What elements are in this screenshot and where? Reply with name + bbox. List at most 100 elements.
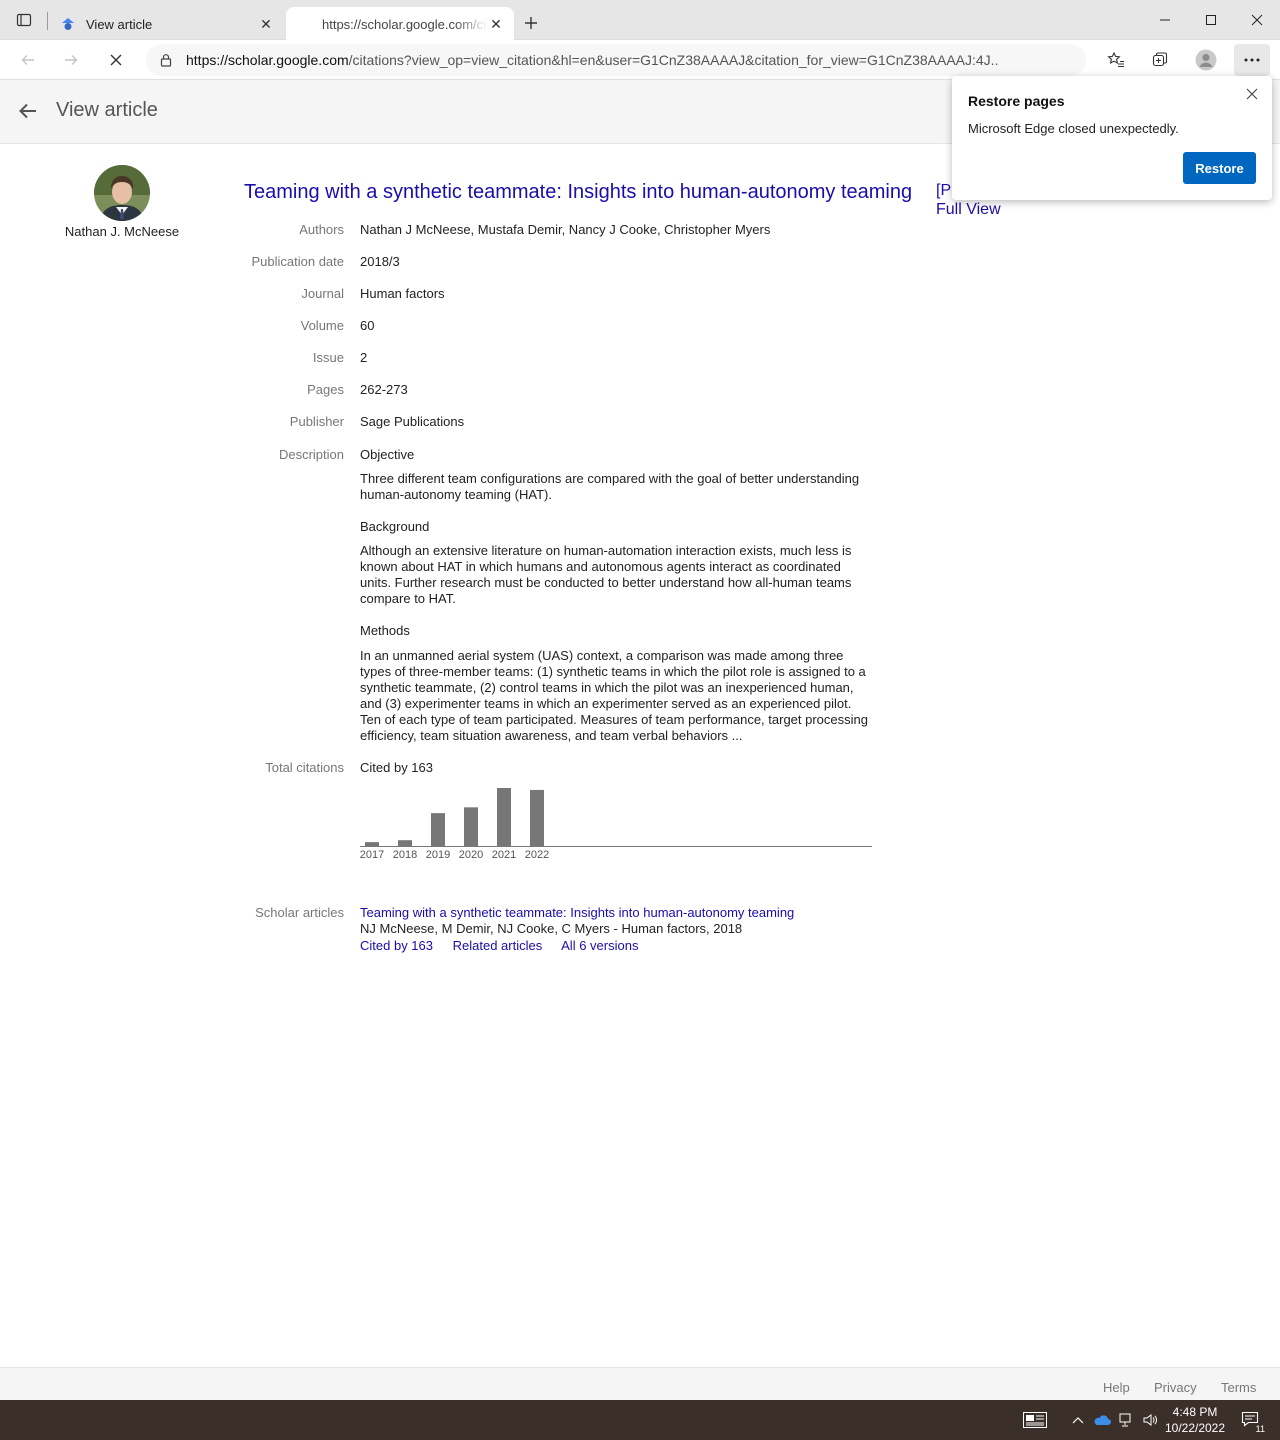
chart-tick-label-2018: 2018 bbox=[393, 849, 417, 861]
forward-arrow-icon bbox=[65, 55, 78, 65]
notification-center-icon[interactable]: 11 bbox=[1238, 1410, 1266, 1434]
field-value: Nathan J McNeese, Mustafa Demir, Nancy J… bbox=[360, 222, 771, 237]
field-value: 2 bbox=[360, 350, 368, 365]
field-value: Sage Publications bbox=[360, 414, 465, 429]
tab-title: https://scholar.google.com/citations bbox=[322, 16, 488, 32]
scholar-article-entry: Teaming with a synthetic teammate: Insig… bbox=[360, 905, 872, 954]
chart-bar-2021[interactable] bbox=[497, 788, 511, 846]
cited-by-link[interactable]: Cited by 163 bbox=[360, 760, 872, 776]
chart-tick-label-2019: 2019 bbox=[426, 849, 450, 861]
chart-tick-label-2021: 2021 bbox=[492, 849, 516, 861]
lock-icon[interactable] bbox=[146, 53, 186, 67]
collections-button[interactable] bbox=[1144, 44, 1176, 76]
field-value: 2018/3 bbox=[360, 254, 400, 269]
taskbar-clock[interactable]: 4:48 PM 10/22/2022 bbox=[1160, 1404, 1230, 1436]
tab-actions-icon bbox=[16, 13, 32, 27]
terms-link[interactable]: Terms bbox=[1221, 1380, 1256, 1395]
chart-bar-2019[interactable] bbox=[431, 813, 445, 846]
minimize-button[interactable] bbox=[1142, 0, 1188, 40]
field-label: Publication date bbox=[251, 254, 344, 269]
related-articles-link[interactable]: Related articles bbox=[453, 938, 543, 953]
objective-heading: Objective bbox=[360, 447, 415, 462]
field-value: 60 bbox=[360, 318, 375, 333]
tab-close-icon[interactable]: ✕ bbox=[488, 16, 504, 32]
back-button[interactable] bbox=[12, 44, 44, 76]
show-hidden-icons-icon[interactable] bbox=[1068, 1410, 1088, 1430]
field-value: 262-273 bbox=[360, 382, 408, 397]
avatar[interactable] bbox=[94, 165, 150, 221]
all-versions-link[interactable]: All 6 versions bbox=[561, 938, 638, 953]
clock-date: 10/22/2022 bbox=[1164, 1421, 1226, 1435]
full-view-link[interactable]: Full View bbox=[936, 200, 1001, 219]
chart-tick-label-2020: 2020 bbox=[459, 849, 483, 861]
chart-bar-2020[interactable] bbox=[464, 807, 478, 846]
maximize-icon bbox=[1206, 15, 1216, 25]
maximize-button[interactable] bbox=[1188, 0, 1234, 40]
volume-icon[interactable] bbox=[1140, 1410, 1160, 1430]
tab-view-article[interactable]: View article ✕ bbox=[50, 7, 284, 41]
blank-favicon-icon bbox=[296, 16, 312, 32]
popup-close-button[interactable] bbox=[1242, 84, 1262, 104]
news-widget-icon[interactable] bbox=[1022, 1410, 1048, 1430]
chart-bar-2018[interactable] bbox=[398, 840, 412, 846]
scholar-article-links: Cited by 163 Related articles All 6 vers… bbox=[360, 938, 872, 954]
citations-chart: 2017 2018 2019 2020 2021 2022 bbox=[360, 788, 872, 861]
tab-actions-button[interactable] bbox=[6, 6, 42, 34]
tab-divider bbox=[47, 12, 48, 30]
tab-close-icon[interactable]: ✕ bbox=[258, 16, 274, 32]
browser-toolbar: https://scholar.google.com/citations?vie… bbox=[0, 40, 1280, 108]
field-label: Pages bbox=[307, 382, 344, 397]
scholar-favicon-icon bbox=[60, 16, 76, 32]
new-tab-button[interactable] bbox=[520, 12, 542, 34]
favorites-icon bbox=[1107, 51, 1124, 68]
field-label: Volume bbox=[300, 318, 344, 333]
address-bar[interactable]: https://scholar.google.com/citations?vie… bbox=[146, 44, 1086, 76]
close-window-button[interactable] bbox=[1234, 0, 1280, 40]
field-label: Issue bbox=[312, 350, 344, 365]
plus-icon bbox=[525, 17, 537, 29]
scholar-footer: Help Privacy Terms bbox=[0, 1367, 1280, 1400]
restore-button[interactable]: Restore bbox=[1183, 152, 1256, 184]
background-heading: Background bbox=[360, 519, 430, 534]
network-icon[interactable] bbox=[1116, 1410, 1136, 1430]
chart-bar-2022[interactable] bbox=[530, 789, 544, 846]
scholar-article-title-link[interactable]: Teaming with a synthetic teammate: Insig… bbox=[360, 905, 872, 921]
chart-tick-label-2022: 2022 bbox=[525, 849, 549, 861]
description-body: Objective Three different team configura… bbox=[360, 447, 872, 760]
favorites-button[interactable] bbox=[1100, 44, 1132, 76]
windows-taskbar: 4:48 PM 10/22/2022 11 bbox=[0, 1400, 1280, 1440]
profile-button[interactable] bbox=[1190, 44, 1222, 76]
minimize-icon bbox=[1160, 19, 1170, 21]
close-icon bbox=[1251, 14, 1263, 26]
settings-more-button[interactable] bbox=[1234, 44, 1270, 76]
privacy-link[interactable]: Privacy bbox=[1154, 1380, 1197, 1395]
tab-strip: View article ✕ https://scholar.google.co… bbox=[0, 0, 1280, 41]
close-icon bbox=[1246, 88, 1258, 100]
stop-loading-button[interactable] bbox=[100, 44, 132, 76]
tab-scholar-url[interactable]: https://scholar.google.com/citations ✕ bbox=[286, 7, 514, 41]
tab-title: View article bbox=[86, 16, 153, 32]
help-link[interactable]: Help bbox=[1103, 1380, 1130, 1395]
forward-button[interactable] bbox=[55, 44, 87, 76]
restore-pages-popup: Restore pages Microsoft Edge closed unex… bbox=[952, 76, 1272, 200]
back-arrow-icon bbox=[21, 55, 34, 65]
field-value: Human factors bbox=[360, 286, 445, 301]
more-dots-icon bbox=[1244, 58, 1260, 62]
field-label: Authors bbox=[299, 222, 344, 237]
popup-title: Restore pages bbox=[968, 93, 1065, 109]
field-label: Total citations bbox=[265, 760, 344, 775]
profile-avatar-icon bbox=[1195, 49, 1217, 71]
field-label: Scholar articles bbox=[255, 905, 344, 920]
arrow-back-icon bbox=[19, 103, 36, 119]
back-button[interactable] bbox=[14, 97, 42, 125]
field-label: Description bbox=[278, 447, 344, 462]
objective-text: Three different team configurations are … bbox=[360, 471, 860, 502]
stop-x-icon bbox=[110, 54, 122, 66]
clock-time: 4:48 PM bbox=[1172, 1405, 1218, 1419]
cited-by-link[interactable]: Cited by 163 bbox=[360, 938, 433, 953]
onedrive-icon[interactable] bbox=[1092, 1410, 1112, 1430]
collections-icon bbox=[1152, 52, 1168, 67]
article-title-link[interactable]: Teaming with a synthetic teammate: Insig… bbox=[244, 181, 912, 204]
url-text[interactable]: https://scholar.google.com/citations?vie… bbox=[186, 52, 998, 68]
chart-bar-2017[interactable] bbox=[365, 842, 379, 846]
